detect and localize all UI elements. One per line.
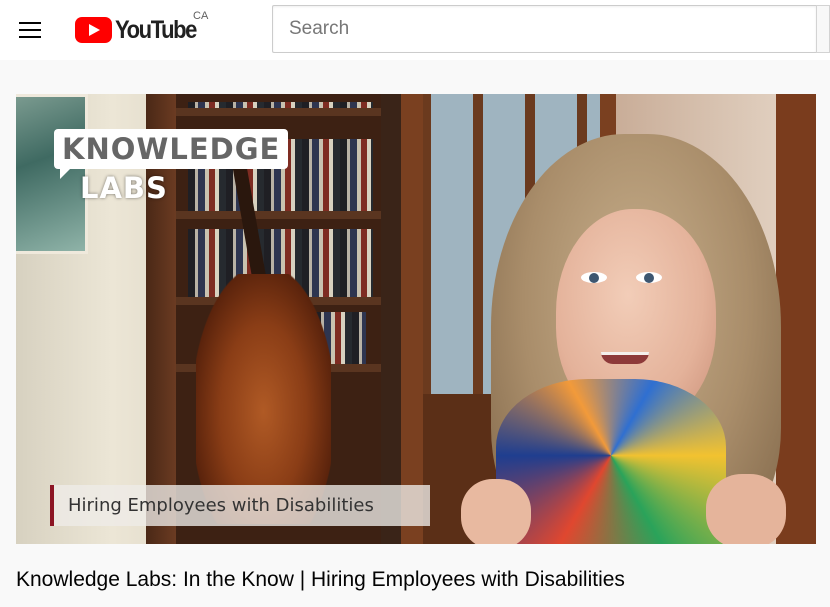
video-player[interactable]: KNOWLEDGE LABS Hiring Employees with Dis…: [16, 94, 816, 544]
video-presenter-hand: [706, 474, 786, 544]
search-input[interactable]: [273, 6, 816, 52]
video-scene-trim: [776, 94, 816, 544]
search-button[interactable]: [816, 5, 830, 53]
video-presenter-eye: [581, 272, 607, 283]
logo-text: YouTube: [115, 15, 197, 44]
search-box: [272, 5, 816, 53]
hamburger-menu-icon[interactable]: [10, 10, 50, 50]
menu-line: [19, 36, 41, 38]
video-title: Knowledge Labs: In the Know | Hiring Emp…: [16, 568, 625, 591]
lower-third-text: Hiring Employees with Disabilities: [68, 495, 374, 516]
youtube-play-icon: [75, 17, 112, 43]
knowledge-labs-logo: KNOWLEDGE LABS: [54, 129, 289, 209]
shelf-board: [176, 211, 381, 219]
masthead: YouTube CA: [0, 0, 830, 60]
menu-line: [19, 29, 41, 31]
video-presenter-mouth: [601, 352, 649, 364]
video-presenter-hand: [461, 479, 531, 544]
shelf-board: [176, 108, 381, 116]
knowledge-labs-logo-line2: LABS: [80, 171, 168, 205]
knowledge-labs-logo-line1: KNOWLEDGE: [54, 129, 289, 179]
country-code: CA: [193, 10, 209, 22]
video-presenter-eye: [636, 272, 662, 283]
youtube-logo[interactable]: YouTube: [75, 16, 207, 44]
menu-line: [19, 22, 41, 24]
lower-third-caption: Hiring Employees with Disabilities: [50, 485, 430, 526]
